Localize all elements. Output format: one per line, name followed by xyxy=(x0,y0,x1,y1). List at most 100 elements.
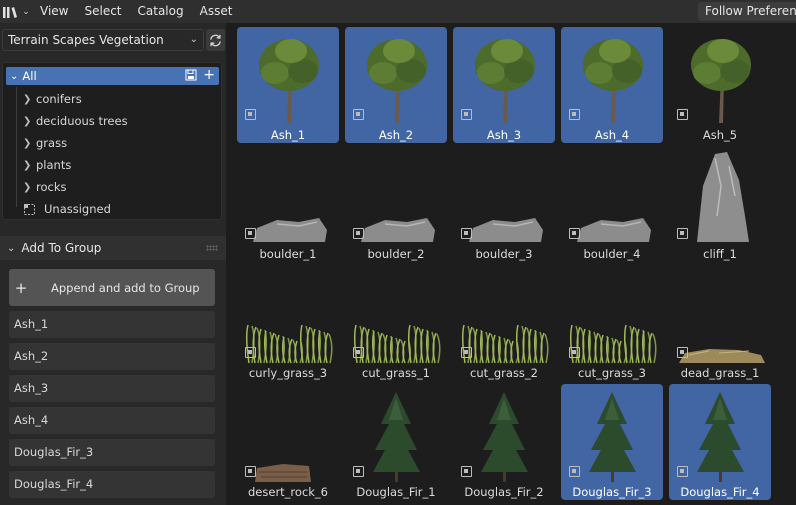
asset-tile[interactable]: Ash_2 xyxy=(345,27,447,143)
menu-view[interactable]: View xyxy=(32,0,76,23)
chevron-right-icon[interactable]: ❯ xyxy=(23,94,33,105)
catalog-item-label: grass xyxy=(36,136,68,150)
catalog-item-label: rocks xyxy=(36,180,67,194)
catalog-all[interactable]: ⌄ All + xyxy=(6,67,219,85)
follow-preferences-button[interactable]: Follow Preferences xyxy=(698,2,796,21)
catalog-item-label: Unassigned xyxy=(44,202,111,216)
asset-tile[interactable]: Ash_3 xyxy=(453,27,555,143)
asset-name: Ash_1 xyxy=(270,128,306,142)
chevron-right-icon[interactable]: ❯ xyxy=(23,116,33,127)
plus-icon: + xyxy=(14,278,28,297)
asset-name: Ash_5 xyxy=(702,128,738,142)
object-data-icon xyxy=(353,466,364,477)
asset-tile[interactable]: boulder_3 xyxy=(453,146,555,262)
catalog-item-plants[interactable]: ❯ plants xyxy=(23,155,71,175)
library-select[interactable]: Terrain Scapes Vegetation ⌄ xyxy=(2,29,204,51)
asset-name: boulder_1 xyxy=(259,247,317,261)
asset-tile[interactable]: cut_grass_3 xyxy=(561,265,663,381)
asset-tile[interactable]: Ash_1 xyxy=(237,27,339,143)
asset-tile[interactable]: Douglas_Fir_4 xyxy=(669,384,771,500)
catalog-item-label: plants xyxy=(36,158,72,172)
object-data-icon xyxy=(461,228,472,239)
object-data-icon xyxy=(353,109,364,120)
asset-name: dead_grass_1 xyxy=(680,366,760,380)
refresh-library-button[interactable] xyxy=(206,29,225,51)
group-object-row[interactable]: Ash_4 xyxy=(9,407,215,434)
asset-browser-header: ⌄ View Select Catalog Asset Follow Prefe… xyxy=(0,0,796,23)
object-data-icon xyxy=(245,347,256,358)
asset-name: cut_grass_2 xyxy=(470,366,538,380)
chevron-down-icon: ⌄ xyxy=(22,6,30,17)
asset-grid: Ash_1 Ash_2 Ash_3 Ash_4 Ash_5 boulder_1 boulde… xyxy=(232,23,796,505)
group-object-row[interactable]: Ash_1 xyxy=(9,311,215,338)
object-data-icon xyxy=(569,347,580,358)
menu-catalog[interactable]: Catalog xyxy=(130,0,192,23)
asset-tile[interactable]: boulder_2 xyxy=(345,146,447,262)
catalog-item-unassigned[interactable]: Unassigned xyxy=(23,199,111,219)
asset-tile[interactable]: Ash_5 xyxy=(669,27,771,143)
drag-handle-icon[interactable] xyxy=(206,245,218,251)
catalog-item-conifers[interactable]: ❯ conifers xyxy=(23,89,82,109)
asset-name: Ash_2 xyxy=(378,128,414,142)
library-select-value: Terrain Scapes Vegetation xyxy=(8,33,164,47)
refresh-icon xyxy=(210,34,221,46)
catalog-item-grass[interactable]: ❯ grass xyxy=(23,133,67,153)
chevron-down-icon: ⌄ xyxy=(7,242,16,254)
asset-name: cut_grass_3 xyxy=(578,366,646,380)
asset-tile[interactable]: dead_grass_1 xyxy=(669,265,771,381)
asset-name: desert_rock_6 xyxy=(248,485,328,499)
editor-type-button[interactable]: ⌄ xyxy=(0,0,32,23)
asset-tile[interactable]: Ash_4 xyxy=(561,27,663,143)
asset-name: Ash_4 xyxy=(594,128,630,142)
save-catalog-icon[interactable] xyxy=(185,69,197,81)
catalog-tree: ⌄ All + ❯ conifers ❯ deciduous trees ❯ g… xyxy=(2,62,222,220)
object-data-icon xyxy=(461,109,472,120)
asset-tile[interactable]: boulder_4 xyxy=(561,146,663,262)
asset-tile[interactable]: curly_grass_3 xyxy=(237,265,339,381)
object-data-icon xyxy=(569,466,580,477)
group-object-row[interactable]: Douglas_Fir_3 xyxy=(9,439,215,466)
asset-name: Douglas_Fir_3 xyxy=(572,485,652,499)
object-data-icon xyxy=(461,347,472,358)
object-data-icon xyxy=(245,228,256,239)
panel-title: Add To Group xyxy=(21,241,102,255)
asset-tile[interactable]: boulder_1 xyxy=(237,146,339,262)
catalog-item-rocks[interactable]: ❯ rocks xyxy=(23,177,67,197)
add-catalog-icon[interactable]: + xyxy=(203,68,215,82)
catalog-all-label: All xyxy=(22,69,37,83)
object-data-icon xyxy=(461,466,472,477)
object-data-icon xyxy=(677,347,688,358)
asset-name: curly_grass_3 xyxy=(248,366,328,380)
asset-tile[interactable]: Douglas_Fir_1 xyxy=(345,384,447,500)
object-data-icon xyxy=(677,109,688,120)
menu-select[interactable]: Select xyxy=(76,0,129,23)
chevron-right-icon[interactable]: ❯ xyxy=(23,182,33,193)
chevron-down-icon[interactable]: ⌄ xyxy=(10,71,18,82)
asset-name: boulder_3 xyxy=(475,247,533,261)
asset-name: Douglas_Fir_1 xyxy=(356,485,436,499)
unassigned-icon xyxy=(24,203,35,215)
group-object-row[interactable]: Ash_3 xyxy=(9,375,215,402)
asset-name: Douglas_Fir_4 xyxy=(680,485,760,499)
catalog-item-label: deciduous trees xyxy=(36,114,128,128)
menu-asset[interactable]: Asset xyxy=(192,0,241,23)
object-data-icon xyxy=(245,109,256,120)
asset-name: cliff_1 xyxy=(703,247,737,261)
object-data-icon xyxy=(677,466,688,477)
asset-name: boulder_2 xyxy=(367,247,425,261)
asset-tile[interactable]: cut_grass_1 xyxy=(345,265,447,381)
asset-tile[interactable]: desert_rock_6 xyxy=(237,384,339,500)
append-and-add-to-group-button[interactable]: + Append and add to Group xyxy=(9,269,215,306)
catalog-item-deciduous-trees[interactable]: ❯ deciduous trees xyxy=(23,111,128,131)
asset-tile[interactable]: cut_grass_2 xyxy=(453,265,555,381)
add-to-group-panel-header[interactable]: ⌄ Add To Group xyxy=(0,236,226,260)
asset-tile[interactable]: Douglas_Fir_2 xyxy=(453,384,555,500)
chevron-down-icon: ⌄ xyxy=(189,34,198,45)
asset-library-icon xyxy=(3,6,18,18)
asset-tile[interactable]: Douglas_Fir_3 xyxy=(561,384,663,500)
chevron-right-icon[interactable]: ❯ xyxy=(23,138,33,149)
asset-tile[interactable]: cliff_1 xyxy=(669,146,771,262)
group-object-row[interactable]: Douglas_Fir_4 xyxy=(9,471,215,498)
group-object-row[interactable]: Ash_2 xyxy=(9,343,215,370)
chevron-right-icon[interactable]: ❯ xyxy=(23,160,33,171)
